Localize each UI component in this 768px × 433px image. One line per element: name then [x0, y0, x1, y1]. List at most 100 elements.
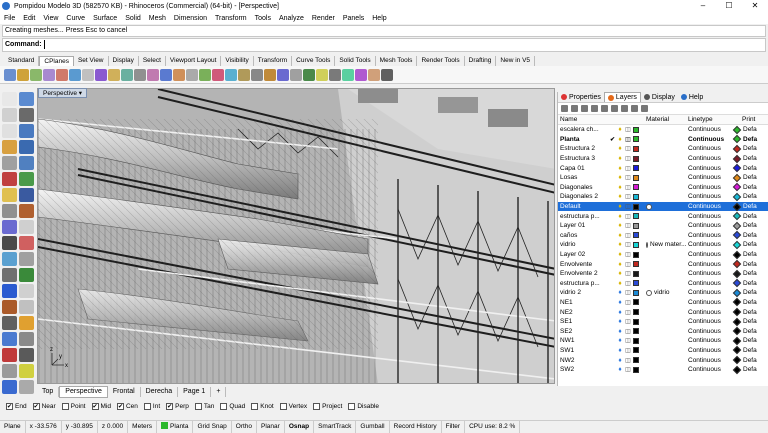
toolbar-tab[interactable]: Drafting	[465, 56, 497, 66]
print-color[interactable]	[732, 202, 742, 211]
print-width[interactable]: Defa	[742, 299, 762, 306]
tool-icon[interactable]	[19, 220, 34, 234]
checkbox[interactable]	[348, 403, 356, 410]
close-button[interactable]: ✕	[742, 0, 768, 12]
layer-color[interactable]	[632, 145, 640, 152]
layer-linetype[interactable]: Continuous	[686, 261, 732, 268]
layer-row[interactable]: Capa 01 ♦ ◫ Continuous Defa	[558, 163, 768, 173]
tool-icon[interactable]	[19, 268, 34, 282]
toolbar-tab[interactable]: New in V5	[496, 56, 536, 66]
print-color[interactable]	[732, 221, 742, 230]
lock-icon[interactable]: ◫	[624, 289, 632, 296]
layer-linetype[interactable]: Continuous	[686, 309, 732, 316]
toolbar-button-icon[interactable]	[4, 68, 16, 81]
tool-icon[interactable]	[19, 364, 34, 378]
layer-color[interactable]	[632, 165, 640, 172]
lock-icon[interactable]: ◫	[624, 184, 632, 191]
layer-linetype[interactable]: Continuous	[686, 318, 732, 325]
delete-layer-icon[interactable]	[581, 105, 588, 112]
print-color[interactable]	[732, 163, 742, 173]
osnap-near[interactable]: ✔ Near	[32, 403, 56, 410]
print-width[interactable]: Defa	[742, 328, 762, 335]
toolbar-tab[interactable]: Transform	[254, 56, 293, 66]
print-width[interactable]: Defa	[742, 126, 762, 133]
toolbar-button-icon[interactable]	[108, 68, 120, 81]
layer-row[interactable]: Diagonales ♦ ◫ Continuous Defa	[558, 183, 768, 193]
print-width[interactable]: Defa	[742, 136, 762, 143]
lock-icon[interactable]: ◫	[624, 174, 632, 181]
tool-icon[interactable]	[2, 268, 17, 282]
layer-linetype[interactable]: Continuous	[686, 184, 732, 191]
print-color[interactable]	[732, 154, 742, 163]
toolbar-button-icon[interactable]	[342, 68, 354, 81]
maximize-button[interactable]: ☐	[716, 0, 742, 12]
toolbar-button-icon[interactable]	[173, 68, 185, 81]
layer-color[interactable]	[632, 222, 640, 229]
tool-icon[interactable]	[19, 140, 34, 154]
checkbox[interactable]: ✔	[6, 403, 13, 410]
menu-item[interactable]: Transform	[211, 15, 251, 22]
visibility-bulb-icon[interactable]: ♦	[616, 232, 624, 239]
layer-row[interactable]: Planta ✔ ♦ ◫ Continuous Defa	[558, 135, 768, 145]
visibility-bulb-icon[interactable]: ♦	[616, 328, 624, 335]
toolbar-button-icon[interactable]	[368, 68, 380, 81]
toolbar-button-icon[interactable]	[355, 68, 367, 81]
tool-icon[interactable]	[2, 204, 17, 218]
command-line[interactable]: Command:	[2, 38, 766, 52]
toolbar-button-icon[interactable]	[251, 68, 263, 81]
layer-row[interactable]: estructura p... ♦ ◫ Continuous Defa	[558, 211, 768, 221]
tool-icon[interactable]	[2, 380, 17, 394]
status-ortho[interactable]: Ortho	[232, 420, 258, 433]
visibility-bulb-icon[interactable]: ♦	[616, 309, 624, 316]
layer-color[interactable]	[632, 174, 640, 181]
visibility-bulb-icon[interactable]: ♦	[616, 193, 624, 200]
lock-icon[interactable]: ◫	[624, 193, 632, 200]
menu-item[interactable]: File	[0, 15, 19, 22]
toolbar-button-icon[interactable]	[30, 68, 42, 81]
layer-color[interactable]	[632, 309, 640, 316]
print-width[interactable]: Defa	[742, 174, 762, 181]
layer-row[interactable]: Estructura 3 ♦ ◫ Continuous Defa	[558, 154, 768, 164]
lock-icon[interactable]: ◫	[624, 155, 632, 162]
tool-icon[interactable]	[19, 124, 34, 138]
layer-row[interactable]: Envolvente 2 ♦ ◫ Continuous Defa	[558, 269, 768, 279]
layer-color[interactable]	[632, 357, 640, 364]
toolbar-button-icon[interactable]	[290, 68, 302, 81]
layer-color[interactable]	[632, 213, 640, 220]
add-viewport-tab-icon[interactable]: +	[211, 386, 227, 397]
menu-item[interactable]: Edit	[19, 15, 39, 22]
visibility-bulb-icon[interactable]: ♦	[616, 318, 624, 325]
lock-icon[interactable]: ◫	[624, 213, 632, 220]
layer-linetype[interactable]: Continuous	[686, 299, 732, 306]
layer-linetype[interactable]: Continuous	[686, 213, 732, 220]
toolbar-button-icon[interactable]	[381, 68, 393, 81]
layer-linetype[interactable]: Continuous	[686, 280, 732, 287]
layer-row[interactable]: Estructura 2 ♦ ◫ Continuous Defa	[558, 144, 768, 154]
print-width[interactable]: Defa	[742, 289, 762, 296]
osnap-quad[interactable]: Quad	[220, 403, 245, 410]
print-width[interactable]: Defa	[742, 251, 762, 258]
layer-linetype[interactable]: Continuous	[686, 145, 732, 152]
print-width[interactable]: Defa	[742, 357, 762, 364]
print-color[interactable]	[732, 240, 742, 250]
print-width[interactable]: Defa	[742, 280, 762, 287]
toolbar-tab[interactable]: CPlanes	[39, 56, 74, 66]
viewport-tab[interactable]: Page 1	[178, 386, 212, 397]
layer-row[interactable]: SE2 ♦ ◫ Continuous Defa	[558, 326, 768, 336]
layer-linetype[interactable]: Continuous	[686, 232, 732, 239]
panel-tab-help[interactable]: Help	[678, 92, 706, 102]
visibility-bulb-icon[interactable]: ♦	[616, 136, 624, 143]
layer-color[interactable]	[632, 366, 640, 373]
checkbox[interactable]	[251, 403, 259, 410]
toolbar-tab[interactable]: Display	[109, 56, 139, 66]
tool-icon[interactable]	[19, 172, 34, 186]
toolbar-button-icon[interactable]	[69, 68, 81, 81]
layer-color[interactable]	[632, 126, 640, 133]
checkbox[interactable]: ✔	[116, 403, 124, 410]
visibility-bulb-icon[interactable]: ♦	[616, 165, 624, 172]
layer-row[interactable]: vidrio ♦ ◫ New mater... Continuous Defa	[558, 240, 768, 250]
viewport-tab[interactable]: Top	[37, 386, 60, 397]
layer-color[interactable]	[632, 184, 640, 191]
osnap-vertex[interactable]: Vertex	[279, 403, 307, 410]
toolbar-tab[interactable]: Set View	[74, 56, 109, 66]
